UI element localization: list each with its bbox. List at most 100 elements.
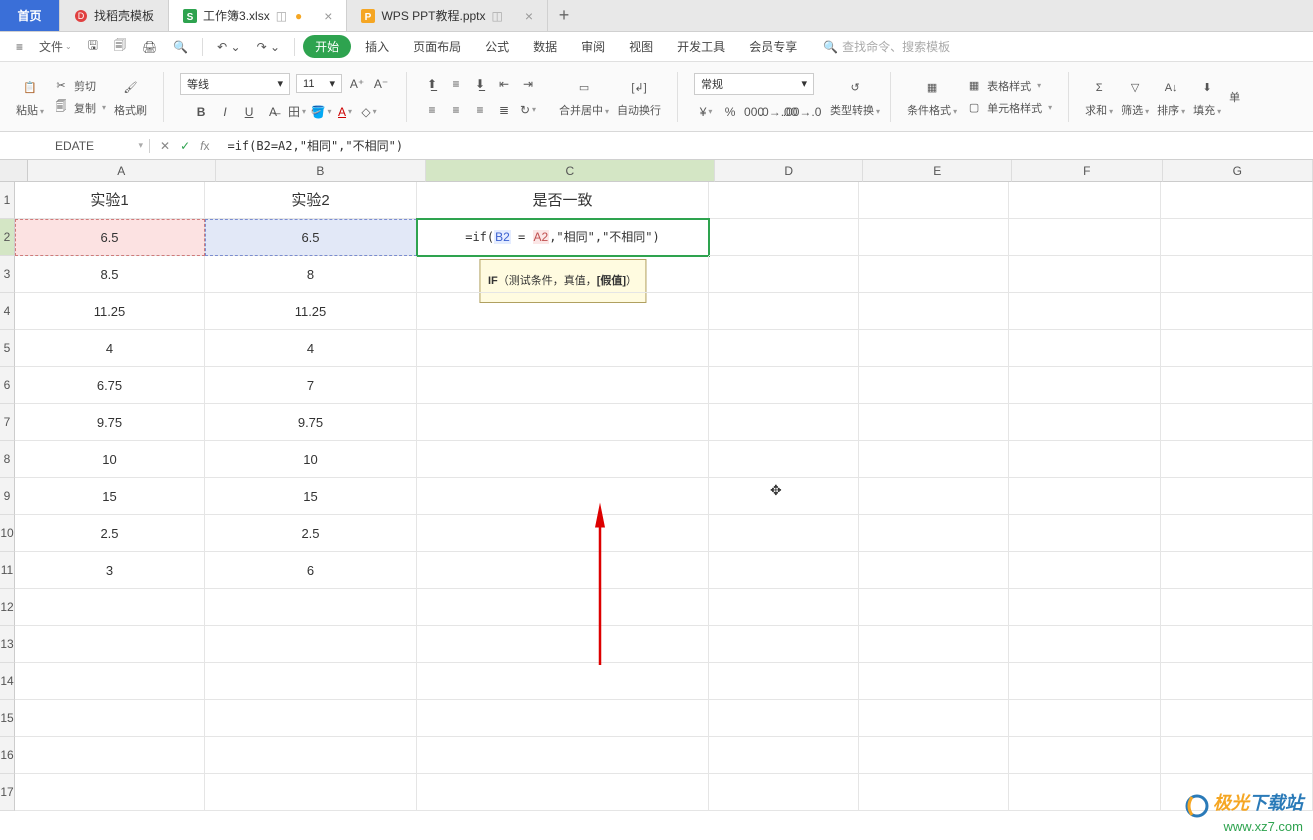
formula-input[interactable]: =if(B2=A2,"相同","不相同") bbox=[219, 137, 1313, 154]
cell[interactable] bbox=[709, 552, 859, 589]
row-header[interactable]: 15 bbox=[0, 700, 15, 737]
cell[interactable]: 11.25 bbox=[205, 293, 417, 330]
cell[interactable] bbox=[859, 404, 1009, 441]
cell[interactable] bbox=[709, 293, 859, 330]
row-header[interactable]: 4 bbox=[0, 293, 15, 330]
cell[interactable]: 4 bbox=[15, 330, 205, 367]
cell[interactable] bbox=[709, 737, 859, 774]
cell[interactable] bbox=[1161, 404, 1313, 441]
cell[interactable] bbox=[1161, 737, 1313, 774]
cell[interactable] bbox=[205, 663, 417, 700]
hamburger-icon[interactable]: ≡ bbox=[10, 38, 29, 56]
tab-page-layout[interactable]: 页面布局 bbox=[403, 34, 471, 59]
cell[interactable] bbox=[15, 663, 205, 700]
row-header[interactable]: 17 bbox=[0, 774, 15, 811]
cell[interactable] bbox=[859, 700, 1009, 737]
cell[interactable] bbox=[205, 737, 417, 774]
redo-button[interactable]: ↷ ⌄ bbox=[251, 38, 286, 56]
close-icon[interactable]: × bbox=[525, 8, 533, 24]
decrease-font-icon[interactable]: A⁻ bbox=[372, 75, 390, 93]
cell[interactable] bbox=[709, 256, 859, 293]
cell[interactable] bbox=[709, 700, 859, 737]
new-tab-button[interactable]: + bbox=[548, 0, 580, 31]
cell[interactable] bbox=[417, 293, 709, 330]
cell[interactable] bbox=[417, 330, 709, 367]
cell[interactable]: 是否一致 bbox=[417, 182, 709, 219]
cell[interactable]: 15 bbox=[205, 478, 417, 515]
cell[interactable] bbox=[859, 774, 1009, 811]
percent-icon[interactable]: % bbox=[721, 103, 739, 121]
cell[interactable] bbox=[709, 441, 859, 478]
align-middle-icon[interactable]: ≡ bbox=[447, 75, 465, 93]
tab-workbook[interactable]: S 工作簿3.xlsx ◫ ● × bbox=[169, 0, 347, 31]
cell[interactable] bbox=[205, 589, 417, 626]
cell[interactable] bbox=[1161, 219, 1313, 256]
row-header[interactable]: 16 bbox=[0, 737, 15, 774]
col-header-f[interactable]: F bbox=[1012, 160, 1163, 182]
cell[interactable] bbox=[1161, 478, 1313, 515]
cell[interactable] bbox=[1009, 219, 1161, 256]
cell[interactable] bbox=[1161, 700, 1313, 737]
cell[interactable] bbox=[15, 626, 205, 663]
cell[interactable] bbox=[417, 737, 709, 774]
merge-button[interactable]: ▭合并居中 bbox=[559, 76, 609, 118]
tab-home[interactable]: 首页 bbox=[0, 0, 60, 31]
cell[interactable] bbox=[417, 441, 709, 478]
col-header-b[interactable]: B bbox=[216, 160, 426, 182]
cell[interactable] bbox=[15, 737, 205, 774]
cell[interactable] bbox=[859, 515, 1009, 552]
cell[interactable] bbox=[1009, 737, 1161, 774]
col-header-e[interactable]: E bbox=[863, 160, 1012, 182]
cell[interactable]: 7 bbox=[205, 367, 417, 404]
cell[interactable] bbox=[1009, 552, 1161, 589]
cell[interactable] bbox=[1009, 515, 1161, 552]
cell[interactable]: 2.5 bbox=[15, 515, 205, 552]
cell[interactable] bbox=[417, 478, 709, 515]
row-header[interactable]: 13 bbox=[0, 626, 15, 663]
cell[interactable] bbox=[859, 367, 1009, 404]
align-right-icon[interactable]: ≡ bbox=[471, 101, 489, 119]
font-name-combo[interactable]: 等线▾ bbox=[180, 73, 290, 95]
cell[interactable] bbox=[1161, 367, 1313, 404]
cell[interactable] bbox=[709, 367, 859, 404]
cell[interactable] bbox=[1009, 293, 1161, 330]
increase-font-icon[interactable]: A⁺ bbox=[348, 75, 366, 93]
row-header[interactable]: 2 bbox=[0, 219, 15, 256]
cell[interactable] bbox=[417, 515, 709, 552]
cell[interactable] bbox=[1161, 293, 1313, 330]
cell[interactable] bbox=[205, 626, 417, 663]
align-center-icon[interactable]: ≡ bbox=[447, 101, 465, 119]
align-bottom-icon[interactable]: ⬇̲ bbox=[471, 75, 489, 93]
cond-format-button[interactable]: ▦条件格式 bbox=[907, 76, 957, 118]
cell[interactable]: 实验1 bbox=[15, 182, 205, 219]
cell[interactable] bbox=[709, 404, 859, 441]
tab-insert[interactable]: 插入 bbox=[355, 34, 399, 59]
decrease-decimal-icon[interactable]: .00→.0 bbox=[793, 103, 811, 121]
cell[interactable] bbox=[205, 700, 417, 737]
indent-right-icon[interactable]: ⇥ bbox=[519, 75, 537, 93]
border-icon[interactable]: 田 bbox=[288, 103, 306, 121]
cell[interactable] bbox=[859, 293, 1009, 330]
table-style-button[interactable]: ▦表格样式 bbox=[965, 77, 1052, 95]
cell[interactable] bbox=[1009, 367, 1161, 404]
single-button[interactable]: 单 bbox=[1229, 89, 1240, 105]
command-search[interactable]: 🔍查找命令、搜索模板 bbox=[823, 38, 950, 55]
cell[interactable]: =if(B2 = A2,"相同","不相同")IF（测试条件，真值，[假值]） bbox=[417, 219, 709, 256]
number-format-combo[interactable]: 常规▾ bbox=[694, 73, 814, 95]
cell[interactable] bbox=[859, 182, 1009, 219]
cell[interactable]: 8 bbox=[205, 256, 417, 293]
cell[interactable] bbox=[1009, 404, 1161, 441]
cell[interactable]: 6.75 bbox=[15, 367, 205, 404]
cell[interactable] bbox=[417, 552, 709, 589]
tab-data[interactable]: 数据 bbox=[523, 34, 567, 59]
cell[interactable] bbox=[859, 330, 1009, 367]
cell[interactable] bbox=[1161, 441, 1313, 478]
save-icon[interactable]: 🖫 bbox=[82, 34, 104, 59]
tab-templates[interactable]: D 找稻壳模板 bbox=[60, 0, 169, 31]
sum-button[interactable]: Σ求和 bbox=[1085, 76, 1113, 118]
window-icon[interactable]: ◫ bbox=[492, 9, 503, 23]
clear-format-icon[interactable]: ◇ bbox=[360, 103, 378, 121]
strike-icon[interactable]: A̶ bbox=[264, 103, 282, 121]
cell[interactable] bbox=[709, 478, 859, 515]
underline-icon[interactable]: U bbox=[240, 103, 258, 121]
